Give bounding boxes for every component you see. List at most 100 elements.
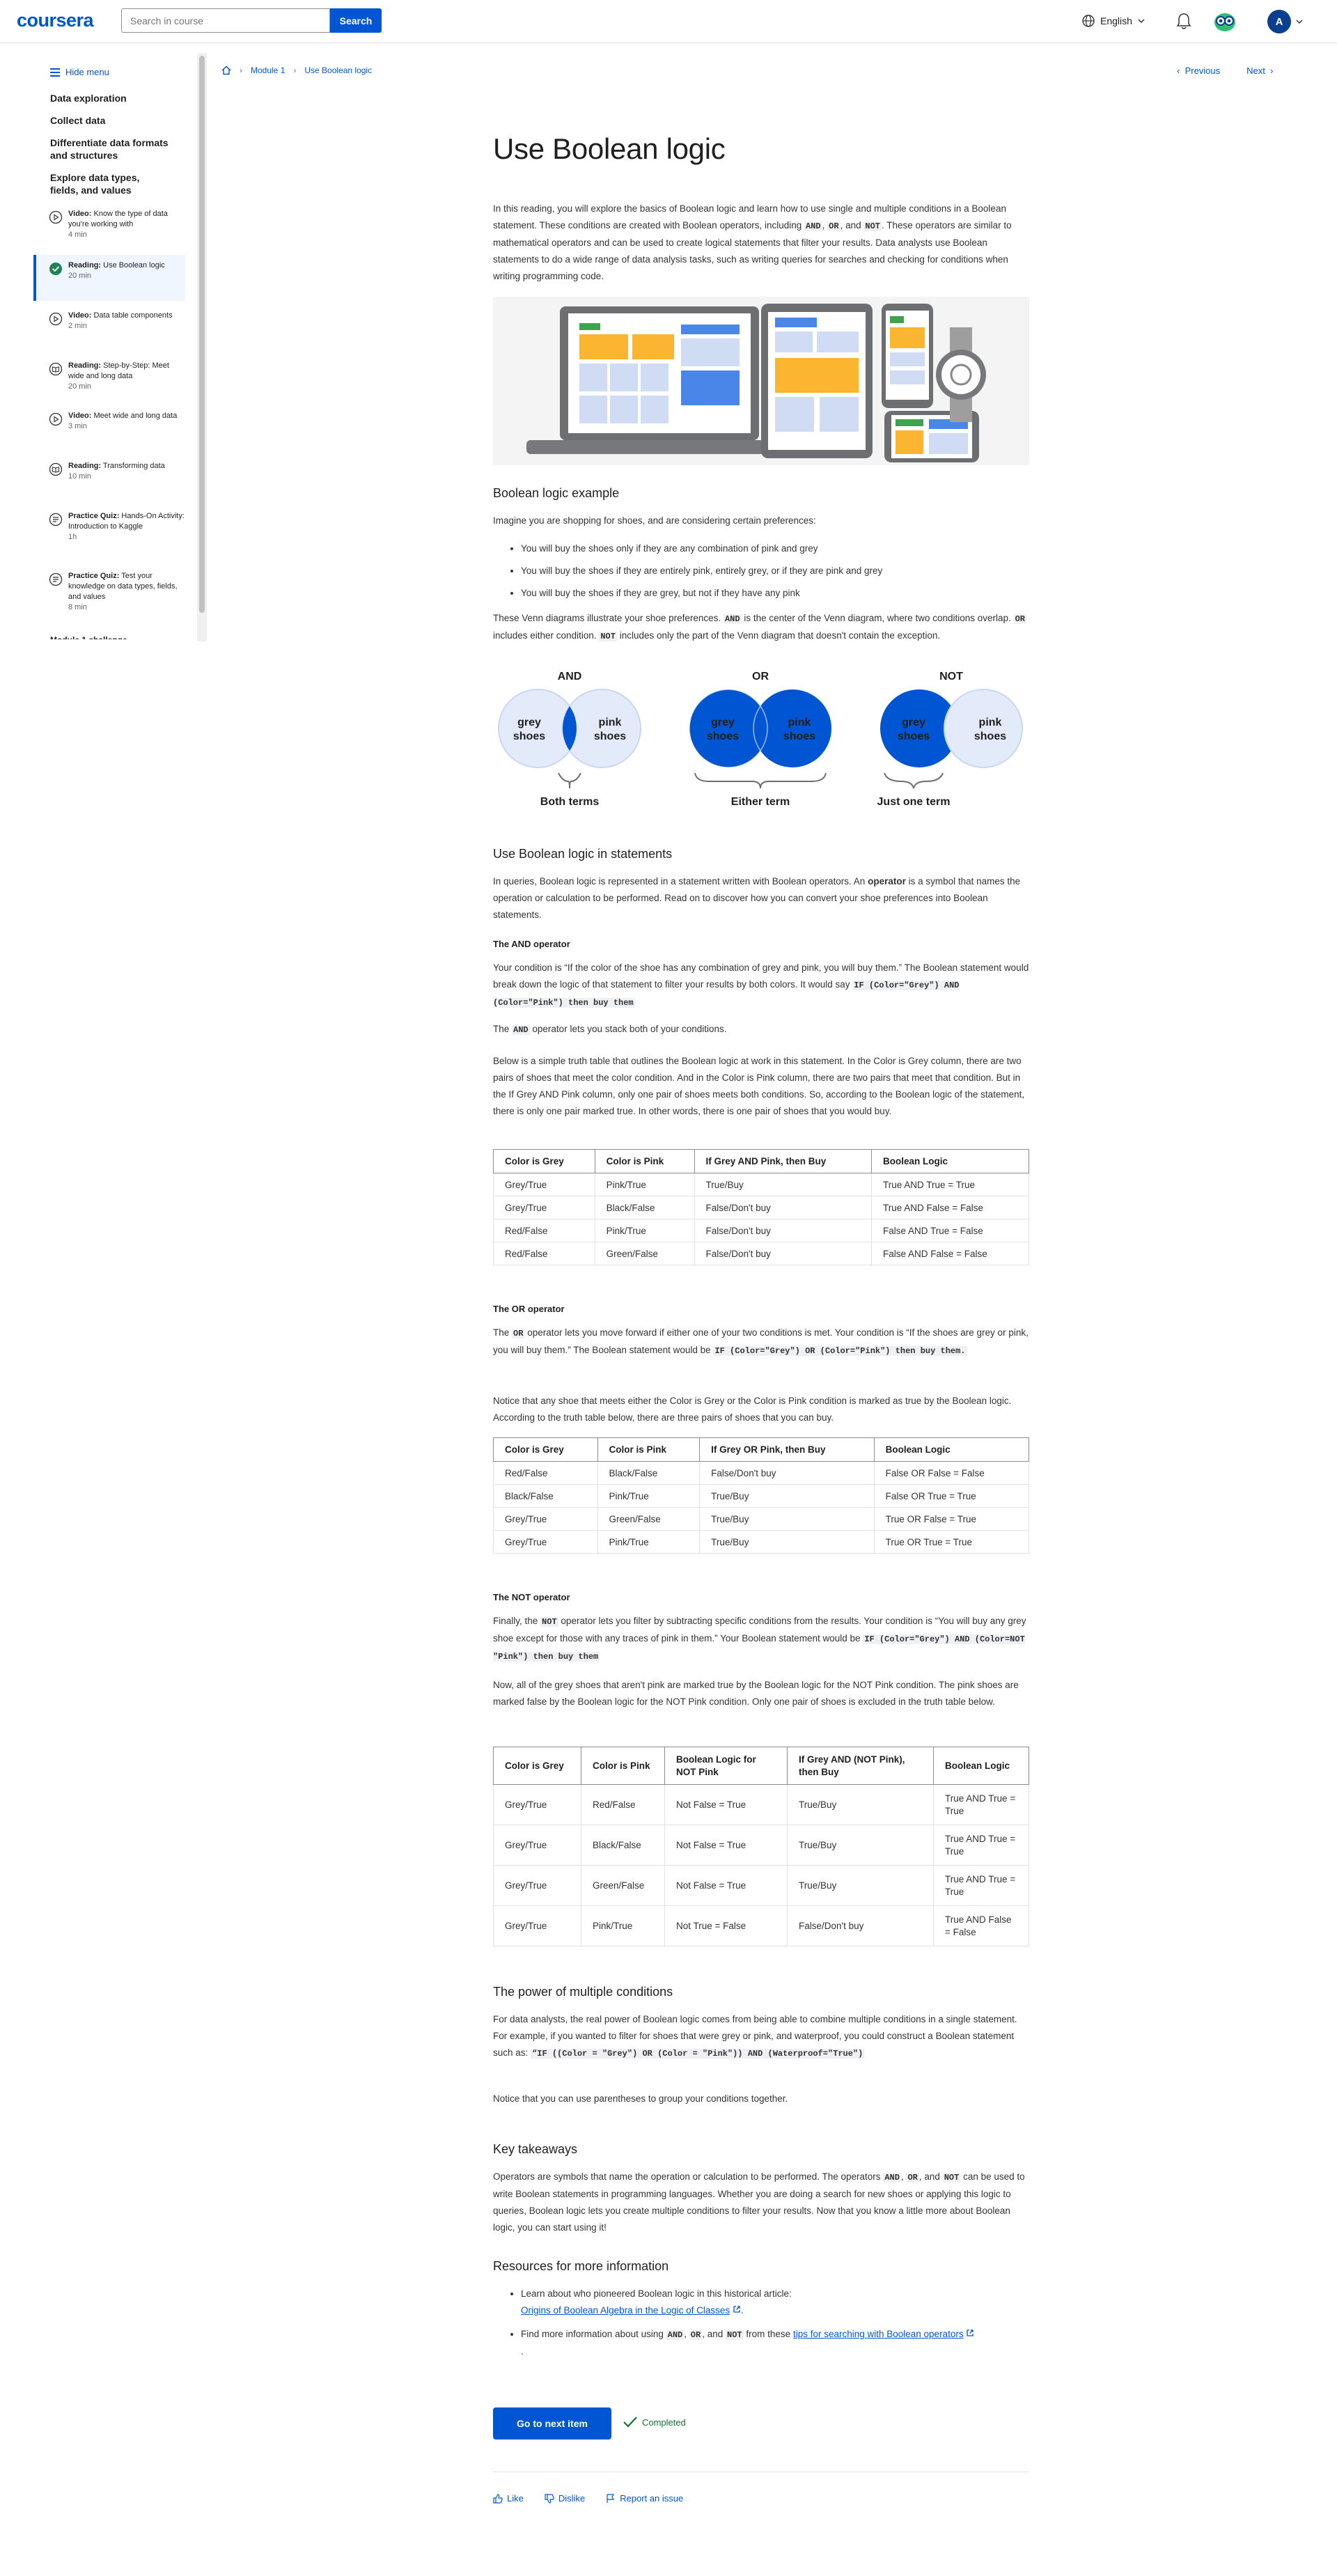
hide-menu-button[interactable]: Hide menu xyxy=(50,67,109,77)
lesson-duration: 8 min xyxy=(68,603,87,611)
lesson-item[interactable]: Practice Quiz: Hands-On Activity: Introd… xyxy=(33,511,185,542)
sidebar-item-differentiate-data[interactable]: Differentiate data formats and structure… xyxy=(50,136,175,162)
table-header: Color is Pink xyxy=(597,1437,701,1462)
lesson-item[interactable]: Reading: Transforming data 10 min xyxy=(33,461,185,482)
venn-and-brace xyxy=(558,772,581,789)
coursera-logo[interactable]: coursera xyxy=(17,10,94,31)
account-menu[interactable]: A xyxy=(1267,10,1304,33)
venn-intro: These Venn diagrams illustrate your shoe… xyxy=(493,613,1026,641)
and-truth-table: Color is Grey Color is Pink If Grey AND … xyxy=(493,1149,1029,1265)
venn-or-right-circle xyxy=(753,689,831,767)
venn-label-pink: pink xyxy=(599,717,622,728)
coach-icon[interactable] xyxy=(1214,11,1236,32)
or-truth-table: Color is Grey Color is Pink If Grey OR P… xyxy=(493,1437,1030,1554)
venn-label-pink: pink xyxy=(979,717,1002,728)
venn-label-shoes: shoes xyxy=(707,731,739,742)
table-header: Boolean Logic xyxy=(871,1149,1029,1173)
globe-icon xyxy=(1082,15,1095,27)
section-heading: Use Boolean logic in statements xyxy=(493,847,673,861)
boolean-search-tips-link[interactable]: tips for searching with Boolean operator… xyxy=(793,2329,964,2339)
lesson-type: Practice Quiz: xyxy=(68,572,120,580)
resources-list: Learn about who pioneered Boolean logic … xyxy=(493,2286,1029,2360)
external-link-icon[interactable] xyxy=(966,2329,974,2337)
report-label: Report an issue xyxy=(620,2493,684,2504)
venn-not-title: NOT xyxy=(939,671,963,682)
lesson-item[interactable]: Practice Quiz: Test your knowledge on da… xyxy=(33,571,185,613)
language-selector[interactable]: English xyxy=(1081,14,1146,28)
example-intro: Imagine you are shopping for shoes, and … xyxy=(493,515,816,526)
language-label: English xyxy=(1100,15,1132,26)
devices-illustration xyxy=(493,297,1029,465)
sidebar-item-collect-data[interactable]: Collect data xyxy=(50,114,189,127)
subsection-heading: The NOT operator xyxy=(493,1592,570,1602)
go-to-next-item-button[interactable]: Go to next item xyxy=(493,2407,611,2440)
feedback-bar: Like Dislike Report an issue xyxy=(493,2493,683,2504)
lesson-duration: 20 min xyxy=(68,382,92,391)
lesson-item[interactable]: Video: Data table components 2 min xyxy=(33,311,185,331)
venn-not-right-circle xyxy=(944,689,1023,768)
quiz-icon xyxy=(49,513,63,526)
section-heading: Boolean logic example xyxy=(493,486,620,500)
avatar[interactable]: A xyxy=(1267,10,1291,33)
lesson-title: Transforming data xyxy=(102,462,165,470)
sidebar-scroll-thumb[interactable] xyxy=(199,56,205,613)
previous-button[interactable]: ‹ Previous xyxy=(1177,65,1220,76)
check-circle-icon xyxy=(49,263,62,275)
search-button[interactable]: Search xyxy=(330,8,382,33)
venn-label-shoes: shoes xyxy=(594,731,626,742)
lesson-type: Video: xyxy=(68,311,92,320)
previous-label: Previous xyxy=(1184,65,1221,76)
table-header: If Grey OR Pink, then Buy xyxy=(699,1437,875,1462)
table-header: If Grey AND (NOT Pink), then Buy xyxy=(787,1747,934,1785)
venn-label-pink: pink xyxy=(788,717,811,728)
table-row: Grey/True Pink/True True/Buy True OR True =… xyxy=(493,1530,1030,1554)
lesson-type: Video: xyxy=(68,412,92,420)
next-button[interactable]: Next › xyxy=(1246,65,1273,76)
report-issue-button[interactable]: Report an issue xyxy=(606,2493,683,2504)
lesson-item[interactable]: Reading: Step-by-Step: Meet wide and lon… xyxy=(33,361,185,392)
like-button[interactable]: Like xyxy=(493,2493,524,2504)
venn-not-brace xyxy=(884,772,944,789)
breadcrumb: › Module 1 › Use Boolean logic xyxy=(221,65,372,75)
like-label: Like xyxy=(507,2493,524,2504)
table-row: Grey/True Pink/True True/Buy True AND True … xyxy=(493,1173,1029,1196)
lesson-item[interactable]: Video: Meet wide and long data 3 min xyxy=(33,411,185,432)
lesson-item-active[interactable]: Reading: Use Boolean logic 20 min xyxy=(33,255,185,301)
list-item: You will buy the shoes if they are entir… xyxy=(521,560,1029,582)
table-row: Grey/True Red/False Not False = True True/B… xyxy=(493,1784,1029,1825)
sidebar-item-data-exploration[interactable]: Data exploration xyxy=(50,92,189,104)
power-paragraph: For data analysts, the real power of Boo… xyxy=(493,2014,1017,2059)
breadcrumb-current[interactable]: Use Boolean logic xyxy=(304,65,372,75)
list-item: Learn about who pioneered Boolean logic … xyxy=(521,2286,1029,2319)
page-title: Use Boolean logic xyxy=(493,132,726,165)
top-header: coursera Search English A xyxy=(0,0,1337,43)
completion-status: Completed xyxy=(623,2416,686,2428)
table-header: Boolean Logic xyxy=(873,1437,1030,1462)
bell-icon[interactable] xyxy=(1175,13,1192,31)
list-item: You will buy the shoes if they are grey,… xyxy=(521,582,1029,604)
chevron-down-icon xyxy=(1138,19,1145,24)
or-truth-paragraph: Notice that any shoe that meets either t… xyxy=(493,1396,1012,1423)
sidebar-item-module-challenge[interactable]: Module 1 challenge xyxy=(50,634,189,639)
search-input[interactable] xyxy=(121,8,330,33)
thumbs-down-icon xyxy=(545,2493,554,2504)
chevron-down-icon xyxy=(1296,19,1303,24)
table-header: Color is Pink xyxy=(594,1149,695,1173)
table-row: Grey/True Black/False Not False = True True… xyxy=(493,1825,1029,1866)
lesson-item[interactable]: Video: Know the type of data you're work… xyxy=(33,209,185,240)
venn-label-shoes: shoes xyxy=(974,731,1006,742)
breadcrumb-module[interactable]: Module 1 xyxy=(251,65,285,75)
list-item: Find more information about using AND, O… xyxy=(521,2326,1029,2360)
menu-icon xyxy=(50,68,60,77)
sidebar-item-explore-data-types[interactable]: Explore data types, fields, and values xyxy=(50,171,169,196)
table-row: Grey/True Green/False Not False = True True… xyxy=(493,1865,1029,1906)
external-link-icon[interactable] xyxy=(733,2305,741,2313)
venn-and-caption: Both terms xyxy=(540,796,600,808)
chevron-right-icon: › xyxy=(293,65,297,75)
lesson-title: Data table components xyxy=(93,311,173,320)
venn-label-shoes: shoes xyxy=(513,731,545,742)
dislike-button[interactable]: Dislike xyxy=(545,2493,585,2504)
home-icon[interactable] xyxy=(221,65,231,75)
chevron-right-icon: › xyxy=(1265,65,1274,76)
origins-article-link[interactable]: Origins of Boolean Algebra in the Logic … xyxy=(521,2305,730,2316)
